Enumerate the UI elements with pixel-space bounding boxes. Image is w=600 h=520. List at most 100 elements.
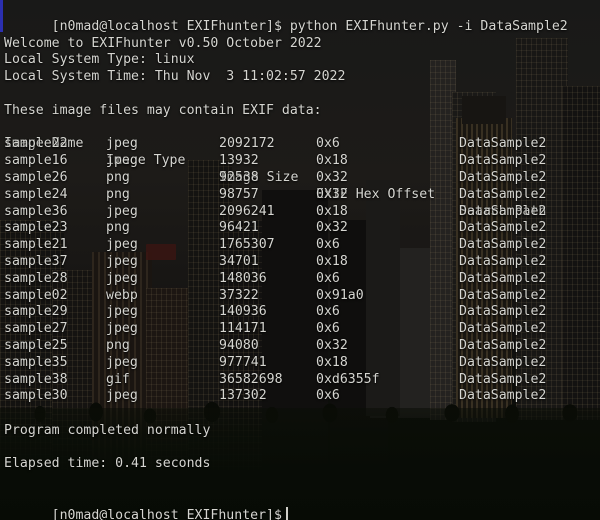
cell-image-size: 34701 (219, 254, 259, 269)
cell-hex-offset: 0x6 (316, 321, 340, 337)
cell-image-name: sample37 (4, 254, 68, 269)
cell-image-size: 36582698 (219, 371, 283, 387)
cell-hex-offset: 0x32 (316, 220, 348, 236)
cell-image-size: 98757 (219, 186, 259, 202)
cell-hex-offset: 0x6 (316, 136, 340, 152)
cell-hex-offset: 0x18 (316, 354, 348, 370)
cell-search-path: DataSample2 (459, 136, 547, 152)
cell-hex-offset: 0x18 (316, 203, 348, 219)
cell-search-path: DataSample2 (459, 287, 547, 303)
cell-image-size: 977741 (219, 354, 267, 370)
cell-search-path: DataSample2 (459, 270, 547, 286)
system-type-line: Local System Type: linux (4, 52, 195, 68)
table-row: sample26 png 92538 0x32 DataSample2 (0, 170, 600, 187)
cell-search-path: DataSample2 (459, 354, 547, 370)
table-row: sample16 jpeg 13932 0x18 DataSample2 (0, 153, 600, 170)
cell-search-path: DataSample2 (459, 220, 547, 236)
cell-image-name: sample30 (4, 388, 68, 404)
cell-image-size: 1765307 (219, 237, 275, 253)
cell-image-size: 148036 (219, 270, 267, 286)
cell-hex-offset: 0x6 (316, 304, 340, 320)
cell-image-type: png (106, 220, 130, 236)
cell-image-name: sample16 (4, 153, 68, 169)
cell-image-type: webp (106, 287, 138, 303)
cell-search-path: DataSample2 (459, 338, 547, 353)
cell-hex-offset: 0x6 (316, 270, 340, 286)
cell-search-path: DataSample2 (459, 203, 547, 219)
cell-image-name: sample24 (4, 186, 68, 202)
command-string: python EXIFhunter.py -i DataSample2 (289, 18, 568, 34)
cell-image-name: sample27 (4, 321, 68, 337)
table-row: sample02 webp 37322 0x91a0 DataSample2 (0, 288, 600, 305)
table-row: sample25 png 94080 0x32 DataSample2 (0, 338, 600, 355)
completion-line: Program completed normally (4, 422, 211, 438)
cell-image-name: sample22 (4, 136, 68, 152)
cell-image-type: jpeg (106, 270, 138, 286)
cell-image-type: jpeg (106, 237, 138, 253)
table-row: sample24 png 98757 0x32 DataSample2 (0, 187, 600, 204)
cell-image-size: 2092172 (219, 136, 275, 152)
final-prompt-line: [n0mad@localhost EXIFhunter]$ (4, 490, 288, 520)
table-row: sample30 jpeg 137302 0x6 DataSample2 (0, 388, 600, 405)
cell-image-size: 94080 (219, 338, 259, 353)
cell-hex-offset: 0x91a0 (316, 287, 364, 303)
cell-image-type: png (106, 186, 130, 202)
cell-search-path: DataSample2 (459, 153, 547, 169)
cell-image-type: jpeg (106, 388, 138, 404)
cell-hex-offset: 0xd6355f (316, 371, 380, 387)
table-row: sample27 jpeg 114171 0x6 DataSample2 (0, 321, 600, 338)
cell-search-path: DataSample2 (459, 304, 547, 320)
cell-image-type: jpeg (106, 153, 138, 169)
elapsed-time-line: Elapsed time: 0.41 seconds (4, 456, 211, 472)
cell-search-path: DataSample2 (459, 321, 547, 337)
cell-image-size: 2096241 (219, 203, 275, 219)
final-prompt-string: [n0mad@localhost EXIFhunter]$ (51, 507, 282, 520)
table-row: sample23 png 96421 0x32 DataSample2 (0, 220, 600, 237)
table-row: sample21 jpeg 1765307 0x6 DataSample2 (0, 237, 600, 254)
table-row: sample36 jpeg 2096241 0x18 DataSample2 (0, 204, 600, 221)
cell-image-size: 96421 (219, 220, 259, 236)
cell-search-path: DataSample2 (459, 170, 547, 185)
cell-image-name: sample25 (4, 338, 68, 353)
cell-image-size: 114171 (219, 321, 267, 337)
cell-image-type: jpeg (106, 304, 138, 320)
cell-image-type: jpeg (106, 136, 138, 152)
cell-search-path: DataSample2 (459, 186, 547, 202)
table-row: sample38 gif 36582698 0xd6355f DataSample2 (0, 372, 600, 389)
terminal-output[interactable]: [n0mad@localhost EXIFhunter]$ python EXI… (0, 0, 600, 520)
terminal-window[interactable]: [n0mad@localhost EXIFhunter]$ python EXI… (0, 0, 600, 520)
command-prompt-line: [n0mad@localhost EXIFhunter]$ python EXI… (4, 2, 568, 34)
cell-image-type: jpeg (106, 354, 138, 370)
cell-image-name: sample23 (4, 220, 68, 236)
cell-search-path: DataSample2 (459, 254, 547, 269)
table-header-row: Image Name Image Type Image Size EXIF He… (0, 120, 600, 218)
cell-hex-offset: 0x6 (316, 388, 340, 404)
cell-hex-offset: 0x32 (316, 170, 348, 185)
cell-image-name: sample21 (4, 237, 68, 253)
table-row: sample37 jpeg 34701 0x18 DataSample2 (0, 254, 600, 271)
cell-image-type: jpeg (106, 254, 138, 269)
cell-image-type: jpeg (106, 321, 138, 337)
cell-image-type: png (106, 338, 130, 353)
text-cursor (285, 506, 288, 520)
cell-search-path: DataSample2 (459, 237, 547, 253)
cell-hex-offset: 0x18 (316, 254, 348, 269)
cell-image-size: 137302 (219, 388, 267, 404)
cell-image-size: 13932 (219, 153, 259, 169)
system-time-line: Local System Time: Thu Nov 3 11:02:57 20… (4, 69, 346, 85)
cell-hex-offset: 0x32 (316, 338, 348, 353)
cell-image-name: sample29 (4, 304, 68, 320)
cell-image-type: jpeg (106, 203, 138, 219)
cell-image-size: 37322 (219, 287, 259, 303)
cell-search-path: DataSample2 (459, 371, 547, 387)
cell-image-name: sample02 (4, 287, 68, 303)
table-row: sample29 jpeg 140936 0x6 DataSample2 (0, 304, 600, 321)
cell-image-type: gif (106, 371, 130, 387)
cell-image-name: sample26 (4, 170, 68, 185)
cell-image-size: 92538 (219, 170, 259, 185)
prompt-string: [n0mad@localhost EXIFhunter]$ (51, 18, 282, 34)
cell-image-name: sample35 (4, 354, 68, 370)
table-row: sample22 jpeg 2092172 0x6 DataSample2 (0, 136, 600, 153)
cell-image-type: png (106, 170, 130, 185)
cell-search-path: DataSample2 (459, 388, 547, 404)
